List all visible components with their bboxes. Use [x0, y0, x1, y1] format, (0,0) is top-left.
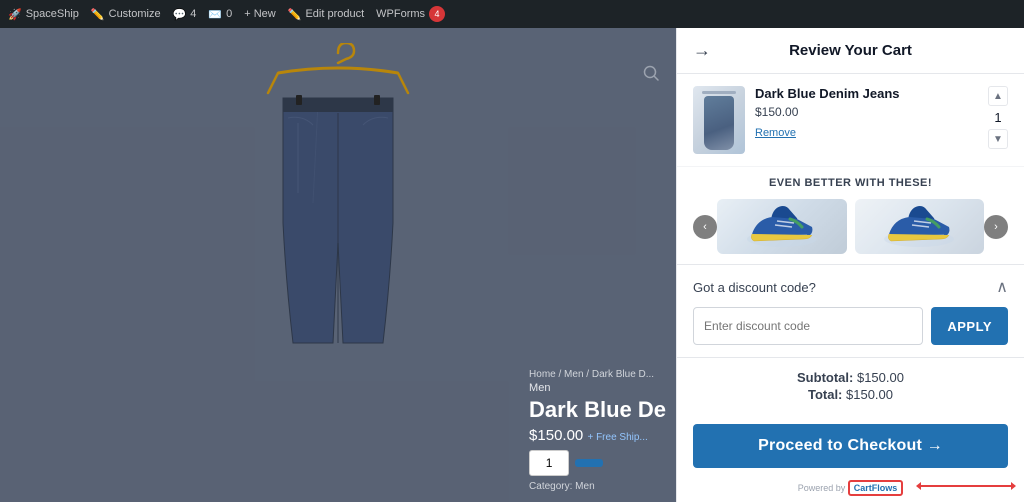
cart-item-remove-link[interactable]: Remove: [755, 127, 796, 139]
powered-by-text: Powered by CartFlows: [798, 483, 904, 493]
discount-input-row: APPLY: [693, 307, 1008, 345]
total-row: Total: $150.00: [693, 387, 1008, 402]
checkout-button-area: Proceed to Checkout →: [677, 416, 1024, 474]
admin-bar-new[interactable]: + New: [244, 8, 276, 20]
add-to-cart-button[interactable]: [575, 459, 603, 467]
product-price-partial: $150.00 + Free Ship...: [529, 427, 666, 444]
breadcrumb: Home / Men / Dark Blue D...: [529, 369, 666, 380]
carousel-next-button[interactable]: ›: [984, 215, 1008, 239]
upsell-items: [717, 199, 984, 254]
cart-item-price: $150.00: [755, 105, 978, 119]
discount-chevron-icon: ∧: [996, 277, 1008, 297]
upsell-item-1[interactable]: [717, 199, 847, 254]
cart-item-details: Dark Blue Denim Jeans $150.00 Remove: [755, 86, 978, 141]
discount-section: Got a discount code? ∧ APPLY: [677, 265, 1024, 358]
admin-bar-comments[interactable]: 💬 4: [173, 8, 197, 21]
cart-item-quantity: 1: [994, 110, 1001, 125]
admin-bar-wpforms[interactable]: WPForms 4: [376, 6, 445, 22]
product-title-partial: Dark Blue De: [529, 397, 666, 423]
cart-item-name: Dark Blue Denim Jeans: [755, 86, 978, 101]
product-jeans-image: [258, 43, 418, 363]
main-layout: Home / Men / Dark Blue D... Men Dark Blu…: [0, 28, 1024, 502]
comments-icon: 💬: [173, 8, 187, 21]
product-category-label: Category: Men: [529, 481, 666, 492]
shoe-1-image: [742, 199, 822, 254]
cart-back-arrow[interactable]: →: [693, 40, 711, 61]
quantity-input[interactable]: [529, 450, 569, 476]
upsell-carousel: ‹: [693, 199, 1008, 254]
shoe-2-image: [879, 199, 959, 254]
discount-toggle[interactable]: Got a discount code? ∧: [693, 277, 1008, 297]
cart-item-image: [693, 86, 745, 154]
red-arrow-annotation: [916, 472, 1016, 500]
admin-bar-customize[interactable]: ✏️ Customize: [91, 8, 161, 21]
category-label: Men: [529, 382, 666, 394]
spaceship-icon: 🚀: [8, 8, 22, 21]
carousel-prev-button[interactable]: ‹: [693, 215, 717, 239]
cart-body[interactable]: Dark Blue Denim Jeans $150.00 Remove ▲ 1…: [677, 74, 1024, 416]
search-icon[interactable]: [642, 64, 660, 87]
product-page: Home / Men / Dark Blue D... Men Dark Blu…: [0, 28, 676, 502]
powered-by-section: Powered by CartFlows: [677, 474, 1024, 502]
discount-label: Got a discount code?: [693, 280, 816, 295]
upsell-item-2[interactable]: [855, 199, 985, 254]
customize-icon: ✏️: [91, 8, 105, 21]
subtotal-row: Subtotal: $150.00: [693, 370, 1008, 385]
upsell-title: EVEN BETTER WITH THESE!: [693, 177, 1008, 189]
qty-increase-button[interactable]: ▲: [988, 86, 1008, 106]
cart-item: Dark Blue Denim Jeans $150.00 Remove ▲ 1…: [677, 74, 1024, 167]
edit-icon: ✏️: [288, 8, 302, 21]
apply-discount-button[interactable]: APPLY: [931, 307, 1008, 345]
cart-panel: → Review Your Cart Dark Blue Denim Jeans…: [676, 28, 1024, 502]
cart-totals: Subtotal: $150.00 Total: $150.00: [677, 358, 1024, 412]
cart-item-qty-controls: ▲ 1 ▼: [988, 86, 1008, 149]
product-info-partial: Home / Men / Dark Blue D... Men Dark Blu…: [529, 369, 666, 492]
messages-icon: ✉️: [208, 8, 222, 21]
cart-title: Review Your Cart: [789, 42, 912, 59]
discount-code-input[interactable]: [693, 307, 923, 345]
checkout-button[interactable]: Proceed to Checkout →: [693, 424, 1008, 468]
upsell-section: EVEN BETTER WITH THESE! ‹: [677, 167, 1024, 265]
cart-header: → Review Your Cart: [677, 28, 1024, 74]
admin-bar-edit-product[interactable]: ✏️ Edit product: [288, 8, 364, 21]
wpforms-badge: 4: [429, 6, 445, 22]
admin-bar: 🚀 SpaceShip ✏️ Customize 💬 4 ✉️ 0 + New …: [0, 0, 1024, 28]
admin-bar-messages[interactable]: ✉️ 0: [208, 8, 232, 21]
cartflows-brand: CartFlows: [848, 480, 904, 496]
admin-bar-spaceship[interactable]: 🚀 SpaceShip: [8, 8, 79, 21]
qty-decrease-button[interactable]: ▼: [988, 129, 1008, 149]
